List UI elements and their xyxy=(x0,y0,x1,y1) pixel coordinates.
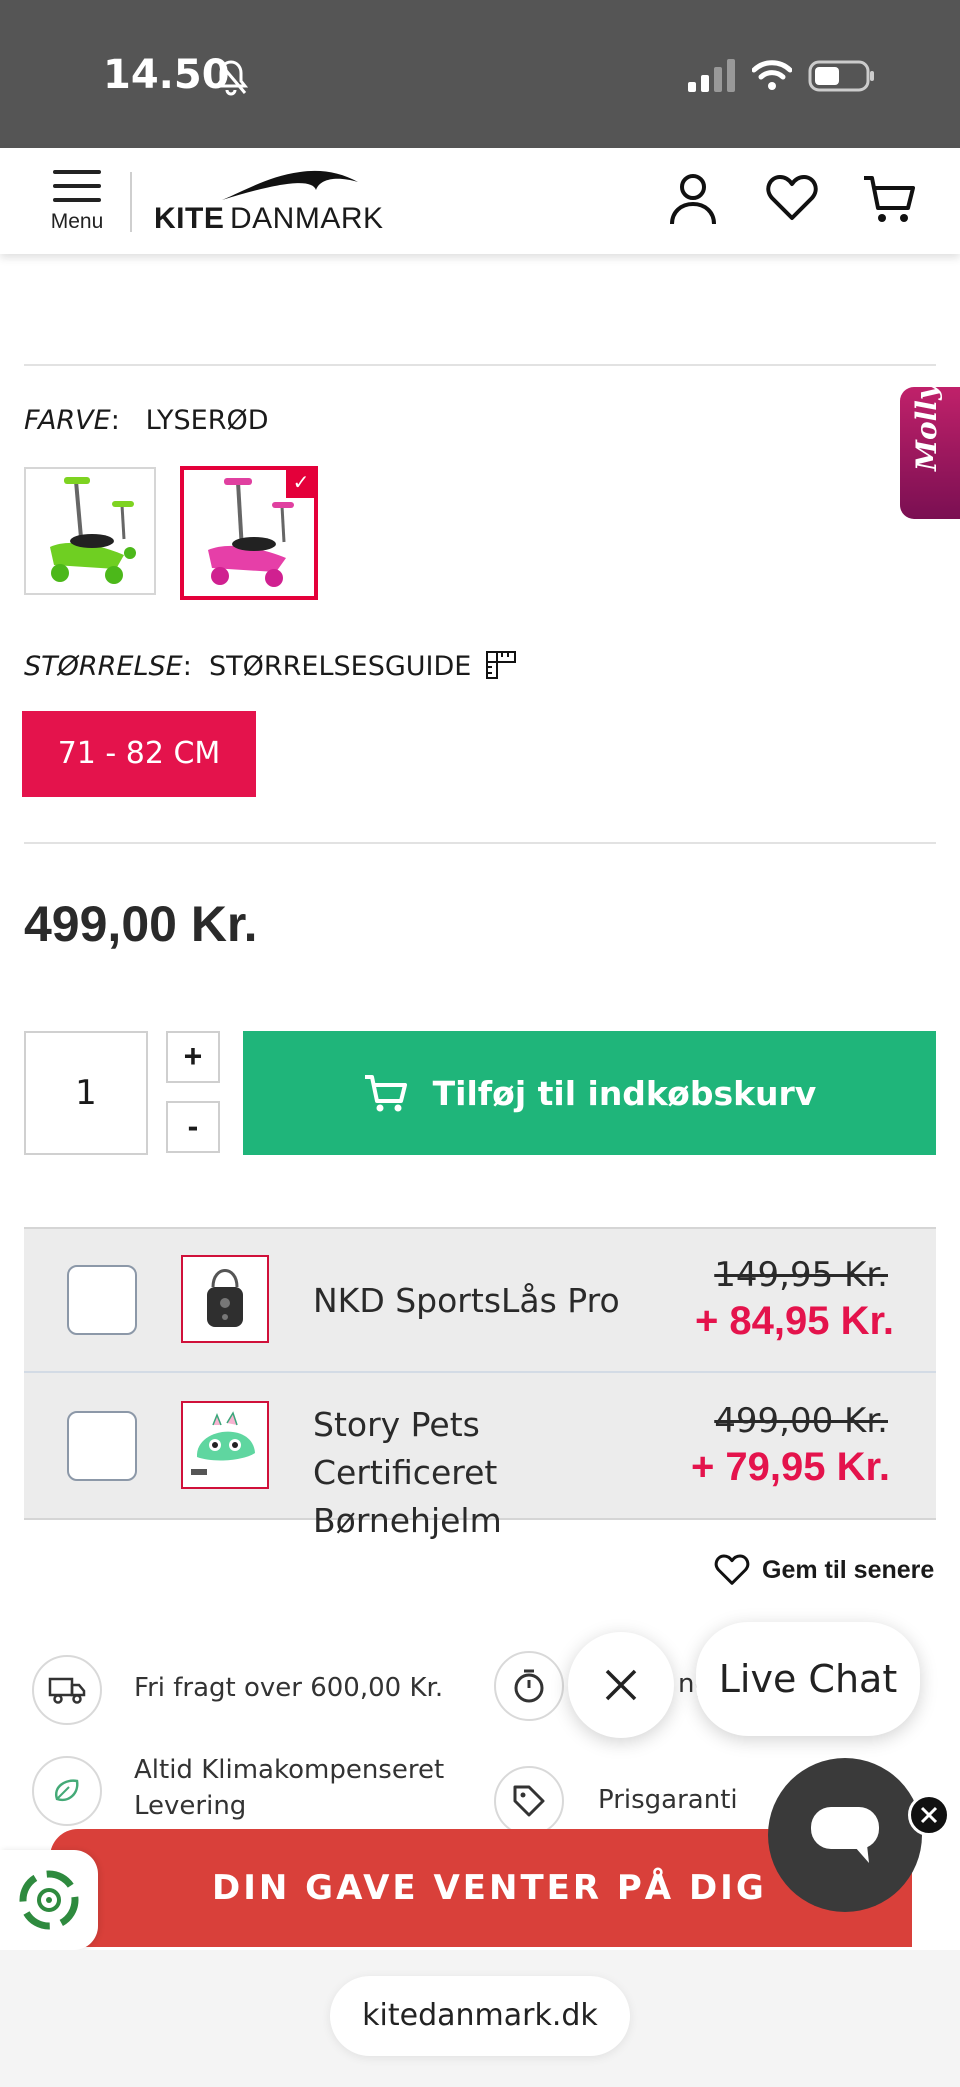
quantity-decrease-button[interactable]: - xyxy=(166,1101,220,1153)
bundle-checkbox[interactable] xyxy=(67,1411,137,1481)
scooter-green-image xyxy=(50,477,136,584)
lock-product-image xyxy=(207,1269,243,1327)
bundle-product-name: NKD SportsLås Pro xyxy=(313,1281,620,1320)
leaf-recycle-icon xyxy=(32,1756,102,1826)
signal-icon xyxy=(688,58,736,99)
url-field[interactable]: kitedanmark.dk xyxy=(330,1976,630,2056)
close-icon xyxy=(920,1806,938,1824)
heart-icon xyxy=(714,1554,750,1585)
price-tag-icon xyxy=(494,1766,564,1836)
checkmark-icon: ✓ xyxy=(286,468,316,498)
heart-icon[interactable] xyxy=(766,174,818,227)
bundle-new-price: + 84,95 Kr. xyxy=(694,1299,894,1343)
color-swatch-green[interactable] xyxy=(24,467,156,595)
wave-icon xyxy=(222,170,358,200)
logo-kite-text: KITE xyxy=(154,202,225,235)
molly-label: Molly xyxy=(910,383,943,471)
logo-danmark-text: DANMARK xyxy=(230,202,384,235)
usp-climate: Altid Klimakompenseret Levering xyxy=(134,1755,445,1821)
bundle-new-price: + 79,95 Kr. xyxy=(690,1445,890,1489)
add-to-cart-button[interactable]: Tilføj til indkøbskurv xyxy=(243,1031,936,1155)
size-guide-link[interactable]: STØRRELSESGUIDE xyxy=(209,651,471,682)
gift-recycle-icon[interactable] xyxy=(0,1850,98,1950)
close-icon xyxy=(605,1669,637,1701)
chat-close-button[interactable] xyxy=(568,1632,674,1738)
stopwatch-icon xyxy=(494,1651,564,1721)
divider xyxy=(24,364,936,366)
menu-label: Menu xyxy=(50,210,104,233)
bundle-row: NKD SportsLås Pro 149,95 Kr. + 84,95 Kr. xyxy=(24,1229,936,1373)
menu-button[interactable]: Menu xyxy=(44,170,110,242)
usp-price-guarantee: Prisgaranti xyxy=(598,1785,738,1815)
save-for-later-button[interactable]: Gem til senere xyxy=(714,1554,934,1586)
bundle-old-price: 149,95 Kr. xyxy=(714,1255,888,1295)
add-to-cart-label: Tilføj til indkøbskurv xyxy=(432,1073,817,1113)
bundle-product-name: Story Pets Certificeret Børnehjelm xyxy=(313,1405,502,1540)
cart-icon[interactable] xyxy=(862,174,916,229)
bundle-row: Story Pets Certificeret Børnehjelm 499,0… xyxy=(24,1375,936,1540)
status-time: 14.50 xyxy=(103,52,230,98)
color-swatch-pink-selected[interactable]: ✓ xyxy=(180,466,318,600)
status-bar: 14.50 xyxy=(0,0,960,148)
color-value: LYSERØD xyxy=(145,405,269,436)
bundle-old-price: 499,00 Kr. xyxy=(714,1401,888,1441)
quantity-input[interactable]: 1 xyxy=(24,1031,148,1155)
bundle-thumbnail xyxy=(181,1401,269,1489)
bundle-checkbox[interactable] xyxy=(67,1265,137,1335)
color-label: FARVE: LYSERØD xyxy=(24,405,269,436)
bell-muted-icon xyxy=(213,58,249,101)
header-divider xyxy=(130,172,132,232)
product-price: 499,00 Kr. xyxy=(24,896,258,952)
size-label: STØRRELSE: STØRRELSESGUIDE xyxy=(24,651,516,686)
chat-launcher-button[interactable] xyxy=(768,1758,922,1912)
live-chat-bubble[interactable]: Live Chat xyxy=(696,1622,920,1736)
chat-bubble-icon xyxy=(811,1807,879,1863)
usp-free-shipping: Fri fragt over 600,00 Kr. xyxy=(134,1673,444,1703)
cart-icon xyxy=(364,1075,407,1112)
hamburger-icon xyxy=(53,170,101,174)
divider xyxy=(24,842,936,844)
battery-icon xyxy=(808,58,876,99)
site-header: Menu KITE DANMARK xyxy=(0,148,960,254)
kite-danmark-logo[interactable]: KITE DANMARK xyxy=(154,168,383,238)
save-for-later-label: Gem til senere xyxy=(762,1555,935,1584)
chat-dismiss-button[interactable] xyxy=(908,1794,950,1836)
truck-icon xyxy=(32,1655,102,1725)
bundle-thumbnail xyxy=(181,1255,269,1343)
ruler-icon[interactable] xyxy=(485,651,516,686)
account-icon[interactable] xyxy=(668,172,718,231)
size-option-button[interactable]: 71 - 82 CM xyxy=(22,711,256,797)
browser-bottom-bar: kitedanmark.dk xyxy=(0,1950,960,2087)
quantity-increase-button[interactable]: + xyxy=(166,1031,220,1083)
helmet-product-image xyxy=(191,1411,255,1475)
wifi-icon xyxy=(751,58,793,97)
bundle-offers: NKD SportsLås Pro 149,95 Kr. + 84,95 Kr.… xyxy=(24,1227,936,1540)
molly-assistant-tab[interactable]: Molly xyxy=(900,383,960,519)
